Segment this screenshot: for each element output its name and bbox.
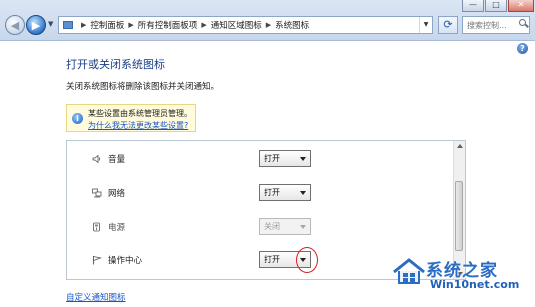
- chevron-right-icon: ▶: [128, 21, 134, 29]
- scroll-up-icon[interactable]: [457, 144, 463, 148]
- breadcrumb-item[interactable]: 通知区域图标: [211, 19, 262, 31]
- chevron-right-icon: ▶: [201, 21, 207, 29]
- why-cant-change-link[interactable]: 为什么我无法更改某些设置?: [88, 120, 188, 131]
- flag-icon: [93, 256, 102, 265]
- arrow-right-icon: ▶: [31, 19, 41, 32]
- recent-pages-dropdown[interactable]: ▼: [48, 20, 53, 28]
- window-controls: — □ ✕: [462, 0, 535, 12]
- forward-button[interactable]: ▶: [26, 15, 46, 35]
- info-icon: i: [72, 113, 83, 124]
- chevron-down-icon: ▼: [48, 20, 54, 28]
- list-item-label: 操作中心: [108, 256, 143, 266]
- select-value: 打开: [264, 255, 280, 264]
- back-button[interactable]: ◀: [5, 15, 25, 35]
- select-value: 打开: [264, 188, 280, 197]
- list-item-label: 音量: [108, 155, 126, 165]
- behavior-select: 关闭: [259, 218, 311, 235]
- network-icon: [92, 188, 102, 198]
- arrow-left-icon: ◀: [10, 19, 20, 32]
- notice-text: 某些设置由系统管理员管理。: [88, 109, 192, 118]
- customize-notification-icons-link[interactable]: 自定义通知图标: [66, 291, 126, 303]
- admin-notice: i 某些设置由系统管理员管理。 为什么我无法更改某些设置?: [66, 104, 196, 132]
- maximize-button[interactable]: □: [485, 0, 507, 12]
- select-value: 打开: [264, 154, 280, 163]
- watermark: 系统之家 Win10net.com: [392, 256, 535, 307]
- behavior-select[interactable]: 打开: [259, 184, 311, 201]
- list-item: 网络 打开: [67, 182, 455, 204]
- chevron-down-icon: [300, 191, 306, 195]
- list-item: 音量 打开: [67, 148, 455, 170]
- select-value: 关闭: [264, 222, 280, 231]
- close-button[interactable]: ✕: [508, 0, 534, 12]
- minimize-button[interactable]: —: [462, 0, 484, 12]
- address-dropdown-button[interactable]: ▼: [419, 17, 432, 33]
- watermark-url: Win10net.com: [430, 278, 520, 291]
- breadcrumb-item[interactable]: 控制面板: [90, 19, 124, 31]
- list-item: 电源 关闭: [67, 216, 455, 238]
- highlight-circle: [296, 247, 318, 273]
- list-item-label: 电源: [108, 223, 126, 233]
- chevron-down-icon: [300, 157, 306, 161]
- help-icon[interactable]: ?: [517, 43, 528, 54]
- chevron-right-icon: ▶: [265, 21, 272, 29]
- breadcrumb-item[interactable]: 系统图标: [275, 19, 309, 31]
- page-description: 关闭系统图标将删除该图标并关闭通知。: [66, 82, 220, 92]
- speaker-icon: [92, 154, 101, 164]
- search-icon[interactable]: [519, 19, 526, 26]
- chevron-down-icon: [300, 225, 306, 229]
- chevron-right-icon: ▶: [81, 21, 87, 29]
- address-toolbar: — □ ✕ ◀ ▶ ▼ ▶ 控制面板 ▶ 所有控制面板项 ▶ 通知区域图标 ▶ …: [0, 0, 535, 41]
- behavior-select[interactable]: 打开: [259, 150, 311, 167]
- list-item-label: 网络: [108, 189, 126, 199]
- scroll-thumb[interactable]: [455, 181, 463, 251]
- refresh-button[interactable]: ⟳: [438, 16, 458, 34]
- power-icon: [93, 222, 100, 232]
- control-panel-icon: [63, 21, 73, 29]
- refresh-icon: ⟳: [443, 18, 453, 31]
- page-title: 打开或关闭系统图标: [66, 58, 165, 71]
- breadcrumb-item[interactable]: 所有控制面板项: [138, 19, 198, 31]
- address-bar[interactable]: ▶ 控制面板 ▶ 所有控制面板项 ▶ 通知区域图标 ▶ 系统图标 ▼: [58, 16, 433, 34]
- house-logo-icon: [393, 258, 425, 284]
